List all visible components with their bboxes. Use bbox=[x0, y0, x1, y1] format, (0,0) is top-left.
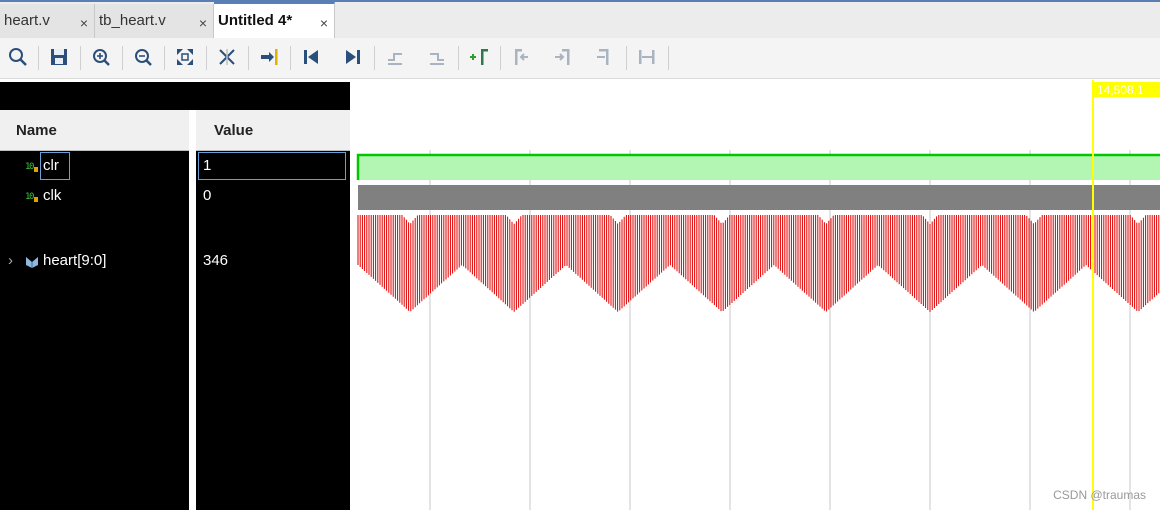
toolbar-separator bbox=[164, 46, 165, 70]
save-icon[interactable] bbox=[48, 46, 70, 68]
signal-value-clr: 1 bbox=[203, 157, 212, 174]
tab-label: Untitled 4* bbox=[218, 12, 293, 29]
toolbar-separator bbox=[38, 46, 39, 70]
expand-chevron-icon[interactable]: › bbox=[8, 252, 13, 269]
bus-signal-icon bbox=[26, 257, 38, 268]
tab-label: heart.v bbox=[4, 12, 50, 29]
go-to-start-icon[interactable] bbox=[300, 46, 322, 68]
value-header-label: Value bbox=[214, 122, 254, 139]
value-column-header[interactable]: Value bbox=[196, 110, 350, 151]
tab-label: tb_heart.v bbox=[99, 12, 166, 29]
toolbar-separator bbox=[458, 46, 459, 70]
swap-cursors-icon bbox=[594, 46, 616, 68]
signal-name-clr[interactable]: clr bbox=[43, 157, 59, 174]
clr-wave-fill bbox=[358, 155, 1160, 180]
snap-icon bbox=[636, 46, 658, 68]
cursor-to-zero-icon[interactable] bbox=[216, 46, 238, 68]
zoom-in-icon[interactable] bbox=[90, 46, 112, 68]
toolbar-separator bbox=[248, 46, 249, 70]
svg-text:0: 0 bbox=[29, 192, 34, 202]
previous-marker-icon bbox=[510, 46, 532, 68]
toolbar-separator bbox=[290, 46, 291, 70]
zoom-out-icon[interactable] bbox=[132, 46, 154, 68]
toolbar-separator bbox=[206, 46, 207, 70]
toolbar-separator bbox=[374, 46, 375, 70]
cursor-time-label: 14,508,1 bbox=[1097, 83, 1144, 97]
editor-tab-bar: heart.v × tb_heart.v × Untitled 4* × bbox=[0, 2, 1160, 40]
bit-signal-icon: 1 0 bbox=[25, 162, 38, 172]
next-marker-icon bbox=[552, 46, 574, 68]
clk-wave bbox=[358, 185, 1160, 210]
value-selection-outline bbox=[198, 152, 346, 180]
name-header-label: Name bbox=[16, 122, 57, 139]
go-to-time-zero-icon[interactable] bbox=[258, 46, 280, 68]
previous-transition-icon bbox=[384, 46, 406, 68]
signal-name-clk[interactable]: clk bbox=[43, 187, 61, 204]
tab-tb-heart-v[interactable]: tb_heart.v × bbox=[95, 4, 214, 38]
add-marker-icon[interactable] bbox=[468, 46, 490, 68]
signal-value-clk: 0 bbox=[203, 187, 212, 204]
watermark-text: CSDN @traumas bbox=[1053, 488, 1146, 502]
signal-name-heart[interactable]: heart[9:0] bbox=[43, 252, 106, 269]
heart-bus-wave bbox=[357, 215, 1160, 312]
tab-heart-v[interactable]: heart.v × bbox=[0, 4, 95, 38]
waveform-canvas[interactable]: 14,508,1 bbox=[350, 80, 1160, 510]
bit-signal-icon: 1 0 bbox=[25, 192, 38, 202]
name-column-header[interactable]: Name bbox=[0, 110, 189, 151]
toolbar-separator bbox=[80, 46, 81, 70]
toolbar-separator bbox=[626, 46, 627, 70]
toolbar-separator bbox=[668, 46, 669, 70]
svg-text:0: 0 bbox=[29, 162, 34, 172]
zoom-fit-icon[interactable] bbox=[174, 46, 196, 68]
search-icon[interactable] bbox=[7, 46, 29, 68]
column-splitter[interactable] bbox=[189, 110, 196, 510]
close-icon[interactable]: × bbox=[199, 15, 207, 31]
signal-value-heart: 346 bbox=[203, 252, 229, 269]
toolbar-separator bbox=[500, 46, 501, 70]
toolbar-separator bbox=[122, 46, 123, 70]
tab-untitled-4[interactable]: Untitled 4* × bbox=[214, 2, 335, 40]
go-to-end-icon[interactable] bbox=[342, 46, 364, 68]
waveform-toolbar bbox=[0, 38, 1160, 79]
close-icon[interactable]: × bbox=[320, 15, 328, 31]
next-transition-icon bbox=[426, 46, 448, 68]
close-icon[interactable]: × bbox=[80, 15, 88, 31]
